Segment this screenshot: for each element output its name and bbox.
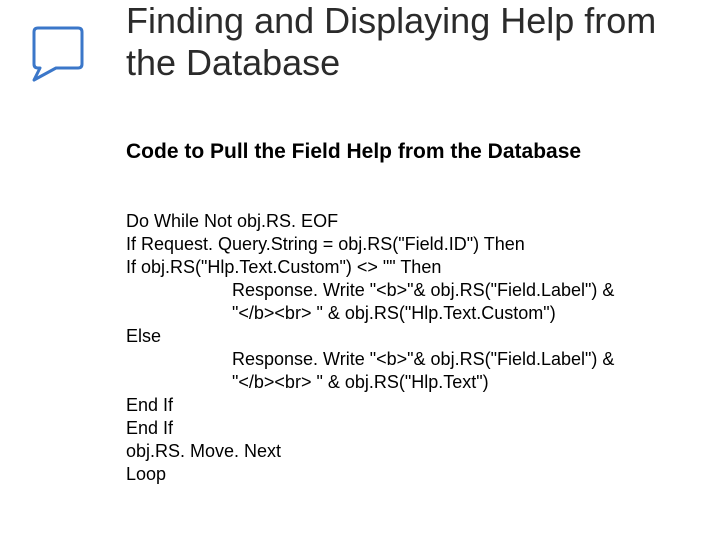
slide: Finding and Displaying Help from the Dat… <box>0 0 720 540</box>
code-line: Else <box>126 326 161 346</box>
code-line: End If <box>126 418 173 438</box>
code-line: If Request. Query.String = obj.RS("Field… <box>126 234 525 254</box>
code-line: Response. Write "<b>"& obj.RS("Field.Lab… <box>232 349 614 369</box>
note-icon <box>20 18 92 90</box>
code-line: End If <box>126 395 173 415</box>
code-line: Loop <box>126 464 166 484</box>
code-block: Do While Not obj.RS. EOF If Request. Que… <box>126 210 686 486</box>
code-line: If obj.RS("Hlp.Text.Custom") <> "" Then <box>126 257 441 277</box>
slide-title: Finding and Displaying Help from the Dat… <box>126 0 686 85</box>
slide-subtitle: Code to Pull the Field Help from the Dat… <box>126 140 686 164</box>
code-line: Response. Write "<b>"& obj.RS("Field.Lab… <box>232 280 614 300</box>
code-line: Do While Not obj.RS. EOF <box>126 211 338 231</box>
code-line: "</b><br> " & obj.RS("Hlp.Text") <box>232 372 489 392</box>
code-line: obj.RS. Move. Next <box>126 441 281 461</box>
code-line: "</b><br> " & obj.RS("Hlp.Text.Custom") <box>232 303 556 323</box>
